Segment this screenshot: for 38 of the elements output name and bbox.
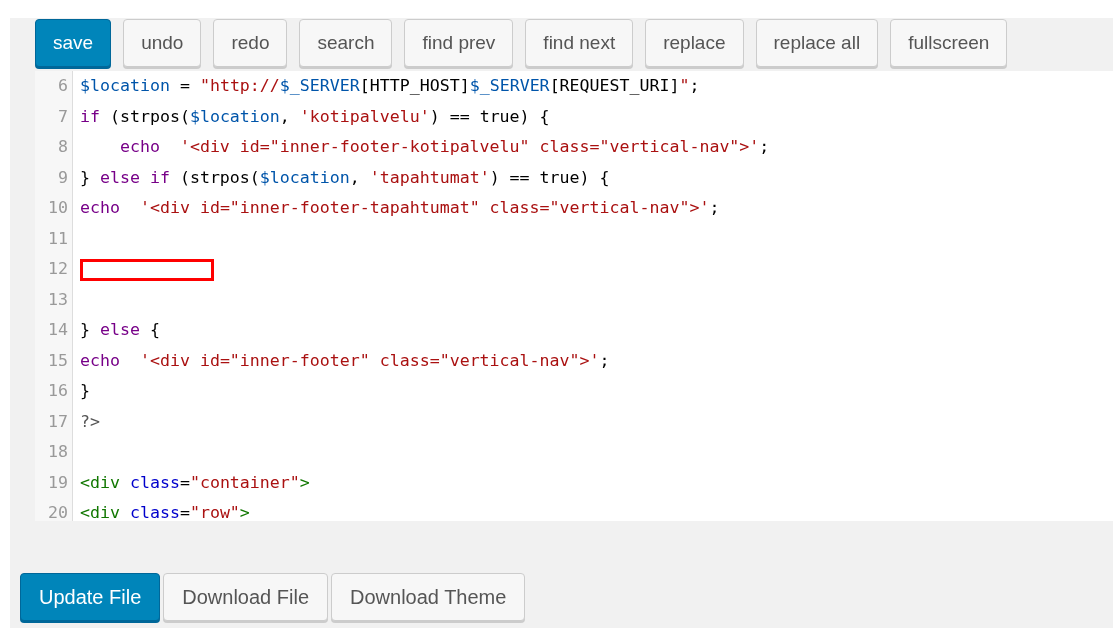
line-number: 9 <box>35 162 73 193</box>
toolbar-button[interactable]: replace all <box>755 19 879 67</box>
line-number: 11 <box>35 223 73 254</box>
toolbar-button[interactable]: redo <box>213 19 288 67</box>
code-line: } else { <box>80 319 160 341</box>
code-line: <div class="row"> <box>80 502 250 521</box>
toolbar-button[interactable]: search <box>299 19 393 67</box>
code-line: $location = "http://$_SERVER[HTTP_HOST]$_SERVER[REQUEST_URI]"; <box>80 75 700 97</box>
code-line: <div class="container"> <box>80 471 310 494</box>
line-number: 8 <box>35 132 73 163</box>
line-number: 6 <box>35 71 73 102</box>
line-number: 17 <box>35 406 73 437</box>
code-line: echo '<div id="inner-footer-kotipalvelu" class="vertical-nav">'; <box>118 136 770 158</box>
download-button[interactable]: Download File <box>163 573 328 621</box>
line-number: 15 <box>35 345 73 376</box>
line-number: 16 <box>35 376 73 407</box>
line-number: 10 <box>35 193 73 224</box>
line-number: 20 <box>35 498 73 521</box>
toolbar-button[interactable]: find next <box>525 19 634 67</box>
line-number: 7 <box>35 101 73 132</box>
code-line: } <box>80 380 90 402</box>
toolbar-button[interactable]: find prev <box>404 19 514 67</box>
toolbar-button[interactable]: undo <box>123 19 202 67</box>
line-number: 14 <box>35 315 73 346</box>
code-line: } else if (strpos($location, 'tapahtumat') == true) { <box>80 166 610 189</box>
line-number: 18 <box>35 437 73 468</box>
line-number: 13 <box>35 284 73 315</box>
line-number: 19 <box>35 467 73 498</box>
line-number: 12 <box>35 254 73 285</box>
code-line: if (strpos($location, 'kotipalvelu') == true) { <box>80 105 550 128</box>
code-line: ?> <box>80 410 100 433</box>
code-line: echo '<div id="inner-footer" class="vertical-nav">'; <box>80 349 610 372</box>
update-button[interactable]: Update File <box>20 573 161 621</box>
download-button[interactable]: Download Theme <box>331 573 526 621</box>
toolbar-button[interactable]: fullscreen <box>890 19 1008 67</box>
toolbar-button[interactable]: replace <box>645 19 744 67</box>
save-button[interactable]: save <box>35 19 112 67</box>
code-line: echo '<div id="inner-footer-tapahtumat" class="vertical-nav">'; <box>80 197 720 219</box>
